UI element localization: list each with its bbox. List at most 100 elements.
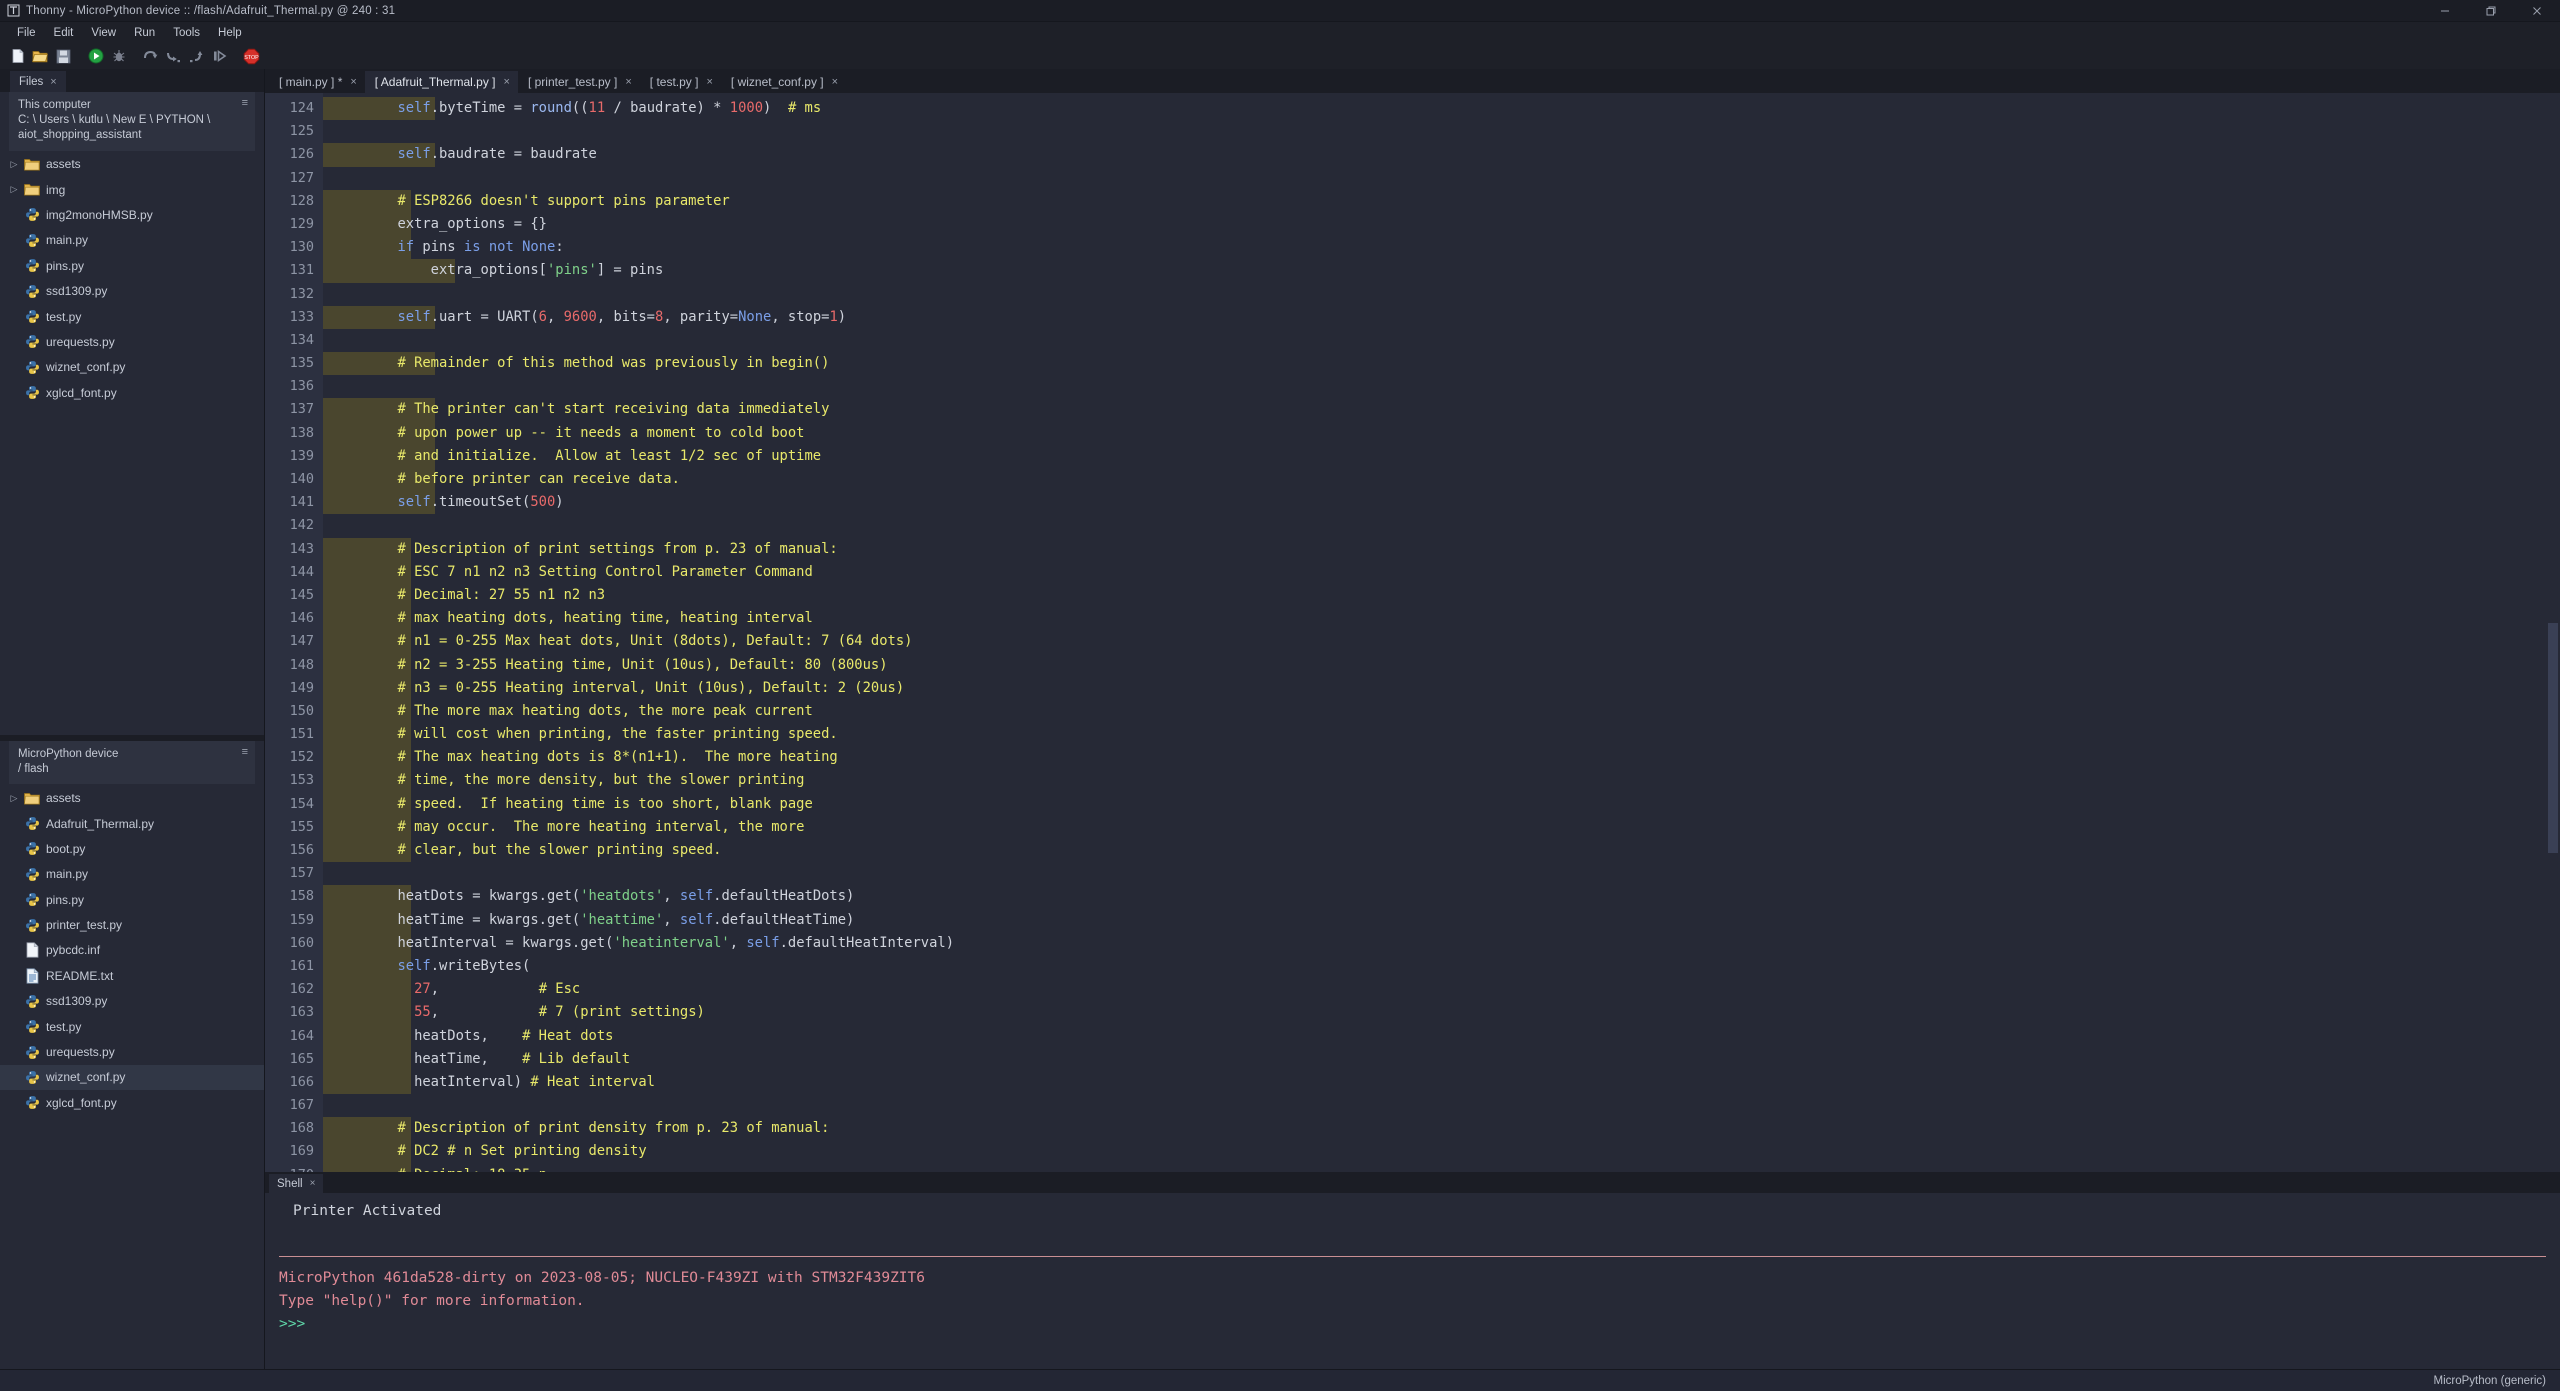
code-line[interactable] xyxy=(323,862,2560,885)
editor-tab[interactable]: [ printer_test.py ] × xyxy=(518,71,640,93)
editor-tab[interactable]: [ test.py ] × xyxy=(640,71,721,93)
code-line[interactable]: # The printer can't start receiving data… xyxy=(323,398,2560,422)
file-tree-row[interactable]: xglcd_font.py xyxy=(0,1090,264,1115)
code-line[interactable]: # ESP8266 doesn't support pins parameter xyxy=(323,189,2560,213)
file-tree-row[interactable]: Adafruit_Thermal.py xyxy=(0,811,264,836)
close-icon[interactable]: × xyxy=(50,76,56,88)
code-line[interactable]: # will cost when printing, the faster pr… xyxy=(323,723,2560,747)
interpreter-status[interactable]: MicroPython (generic) xyxy=(2434,1375,2546,1387)
menu-run[interactable]: Run xyxy=(125,25,164,41)
file-tree-row[interactable]: pins.py xyxy=(0,887,264,912)
hamburger-icon[interactable]: ≡ xyxy=(242,98,248,109)
file-tree-row[interactable]: pins.py xyxy=(0,253,264,278)
code-line[interactable]: # n1 = 0-255 Max heat dots, Unit (8dots)… xyxy=(323,630,2560,654)
code-line[interactable]: # ESC 7 n1 n2 n3 Setting Control Paramet… xyxy=(323,560,2560,584)
code-line[interactable]: # clear, but the slower printing speed. xyxy=(323,839,2560,863)
code-line[interactable]: # n2 = 3-255 Heating time, Unit (10us), … xyxy=(323,653,2560,677)
code-line[interactable]: # The more max heating dots, the more pe… xyxy=(323,699,2560,724)
tab-files[interactable]: Files × xyxy=(10,71,66,92)
code-line[interactable]: self.uart = UART(6, 9600, bits=8, parity… xyxy=(323,305,2560,329)
code-line[interactable]: # upon power up -- it needs a moment to … xyxy=(323,421,2560,445)
expand-twisty-icon[interactable]: ▷ xyxy=(6,793,22,804)
file-tree-row[interactable]: ssd1309.py xyxy=(0,278,264,303)
code-line[interactable] xyxy=(323,167,2560,190)
code-line[interactable] xyxy=(323,283,2560,306)
code-line[interactable]: if pins is not None: xyxy=(323,236,2560,260)
code-line[interactable]: # before printer can receive data. xyxy=(323,468,2560,492)
file-tree-row[interactable]: img2monoHMSB.py xyxy=(0,202,264,227)
file-tree-row[interactable]: wiznet_conf.py xyxy=(0,1064,264,1091)
close-icon[interactable] xyxy=(2514,0,2560,22)
device-file-list[interactable]: ▷ assets Adafruit_Thermal.py boot.py main.py… xyxy=(0,784,264,1369)
step-over-icon[interactable] xyxy=(139,45,162,68)
code-line[interactable]: 27, # Esc xyxy=(323,978,2560,1002)
code-line[interactable]: # Decimal: 27 55 n1 n2 n3 xyxy=(323,583,2560,608)
open-file-icon[interactable] xyxy=(29,45,52,68)
editor-tab[interactable]: [ Adafruit_Thermal.py ] × xyxy=(364,71,518,93)
code-line[interactable]: # Decimal: 18 35 n xyxy=(323,1163,2560,1172)
file-tree-row[interactable]: test.py xyxy=(0,1014,264,1039)
code-line[interactable]: 55, # 7 (print settings) xyxy=(323,1001,2560,1025)
file-tree-row[interactable]: urequests.py xyxy=(0,1039,264,1064)
close-icon[interactable]: × xyxy=(706,76,712,88)
step-into-icon[interactable] xyxy=(162,45,185,68)
editor-tab[interactable]: [ wiznet_conf.py ] × xyxy=(721,71,846,93)
code-editor[interactable]: 124 125 126 127 128 129 130 131 132 133 134 135 136 1… xyxy=(265,93,2560,1172)
file-tree-row[interactable]: README.txt xyxy=(0,963,264,988)
resume-icon[interactable] xyxy=(208,45,231,68)
menu-tools[interactable]: Tools xyxy=(164,25,209,41)
code-line[interactable] xyxy=(323,375,2560,398)
tab-shell[interactable]: Shell × xyxy=(269,1174,324,1193)
code-text-area[interactable]: self.byteTime = round((11 / baudrate) * … xyxy=(323,93,2560,1172)
file-tree-row[interactable]: xglcd_font.py xyxy=(0,380,264,405)
code-line[interactable]: heatDots, # Heat dots xyxy=(323,1024,2560,1048)
code-line[interactable]: # n3 = 0-255 Heating interval, Unit (10u… xyxy=(323,676,2560,700)
code-line[interactable]: # Description of print settings from p. … xyxy=(323,537,2560,561)
step-out-icon[interactable] xyxy=(185,45,208,68)
file-tree-row[interactable]: main.py xyxy=(0,862,264,887)
editor-vertical-scrollbar[interactable] xyxy=(2546,93,2560,1172)
save-file-icon[interactable] xyxy=(52,45,75,68)
file-tree-row[interactable]: test.py xyxy=(0,304,264,329)
file-tree-row[interactable]: ▷ img xyxy=(0,177,264,202)
menu-edit[interactable]: Edit xyxy=(45,25,83,41)
code-line[interactable]: extra_options = {} xyxy=(323,212,2560,237)
code-line[interactable]: # time, the more density, but the slower… xyxy=(323,769,2560,793)
minimize-icon[interactable] xyxy=(2422,0,2468,22)
file-tree-row[interactable]: urequests.py xyxy=(0,329,264,354)
expand-twisty-icon[interactable]: ▷ xyxy=(6,184,22,195)
new-file-icon[interactable] xyxy=(6,45,29,68)
close-icon[interactable]: × xyxy=(625,76,631,88)
code-line[interactable]: heatInterval = kwargs.get('heatinterval'… xyxy=(323,931,2560,955)
code-line[interactable]: heatTime = kwargs.get('heattime', self.d… xyxy=(323,908,2560,932)
file-tree-row[interactable]: ▷ assets xyxy=(0,785,264,810)
code-line[interactable]: # Description of print density from p. 2… xyxy=(323,1117,2560,1141)
expand-twisty-icon[interactable]: ▷ xyxy=(6,159,22,170)
code-line[interactable]: extra_options['pins'] = pins xyxy=(323,259,2560,283)
code-line[interactable]: self.timeoutSet(500) xyxy=(323,491,2560,515)
code-line[interactable]: self.baudrate = baudrate xyxy=(323,143,2560,167)
file-tree-row[interactable]: printer_test.py xyxy=(0,912,264,937)
code-line[interactable]: # max heating dots, heating time, heatin… xyxy=(323,607,2560,631)
code-line[interactable]: heatTime, # Lib default xyxy=(323,1047,2560,1071)
scrollbar-thumb[interactable] xyxy=(2548,623,2558,853)
run-script-icon[interactable] xyxy=(84,45,107,68)
close-icon[interactable]: × xyxy=(504,76,510,88)
code-line[interactable]: # speed. If heating time is too short, b… xyxy=(323,792,2560,816)
debug-icon[interactable] xyxy=(107,45,130,68)
code-line[interactable] xyxy=(323,1094,2560,1117)
shell-console[interactable]: Printer Activated MicroPython 461da528-d… xyxy=(265,1193,2560,1369)
editor-tab[interactable]: [ main.py ] * × xyxy=(269,71,365,93)
close-icon[interactable]: × xyxy=(832,76,838,88)
code-line[interactable]: # may occur. The more heating interval, … xyxy=(323,815,2560,839)
code-line[interactable]: # and initialize. Allow at least 1/2 sec… xyxy=(323,444,2560,468)
file-tree-row[interactable]: wiznet_conf.py xyxy=(0,355,264,380)
code-line[interactable]: self.byteTime = round((11 / baudrate) * … xyxy=(323,97,2560,121)
menu-help[interactable]: Help xyxy=(209,25,251,41)
code-line[interactable]: heatInterval) # Heat interval xyxy=(323,1070,2560,1095)
code-line[interactable] xyxy=(323,120,2560,143)
shell-prompt[interactable]: >>> xyxy=(279,1313,2546,1336)
menu-file[interactable]: File xyxy=(8,25,45,41)
code-line[interactable]: heatDots = kwargs.get('heatdots', self.d… xyxy=(323,885,2560,909)
code-line[interactable]: # The max heating dots is 8*(n1+1). The … xyxy=(323,746,2560,770)
